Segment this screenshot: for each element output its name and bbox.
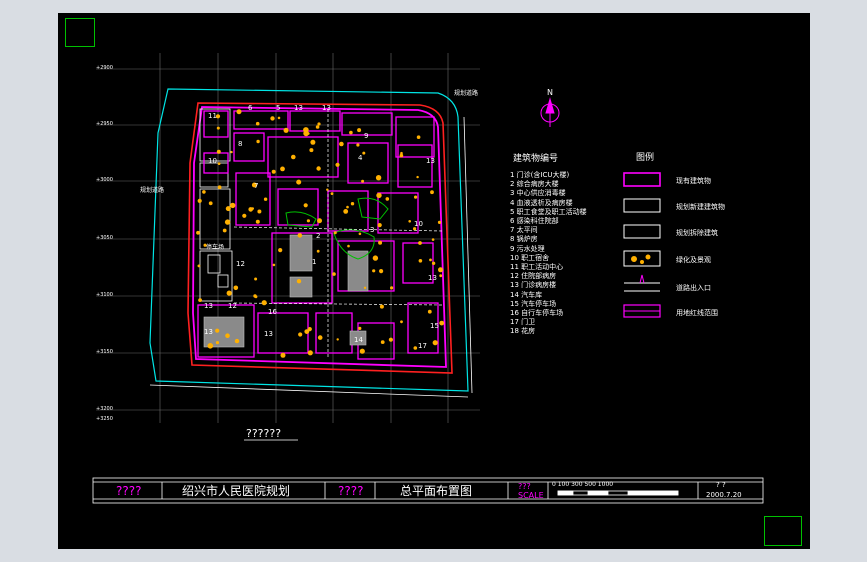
building-number: 17 — [418, 342, 427, 350]
legend-item-label: 规划拆除建筑 — [676, 229, 718, 237]
parking-label: 停车场 — [206, 244, 225, 251]
building-number: 7 — [254, 182, 259, 190]
building-number: 10 — [208, 157, 217, 165]
building-number: 2 — [316, 232, 321, 240]
building-number: 13 — [428, 274, 437, 282]
building-number: 15 — [430, 322, 439, 330]
building-number: 13 — [204, 328, 213, 336]
building-number: 11 — [208, 112, 217, 120]
grid-label: +2950 — [96, 121, 113, 127]
drawing-date: 2000.7.20 — [706, 491, 742, 499]
building-number: 6 — [248, 104, 253, 112]
east-road — [463, 116, 473, 394]
building-number: 12 — [228, 302, 237, 310]
drawing-caption: ?????? — [246, 427, 282, 440]
building-number: 8 — [238, 140, 243, 148]
building-number: 13 — [204, 302, 213, 310]
legend-item-label: 规划新建建筑物 — [676, 203, 725, 211]
building-number: 13 — [426, 157, 435, 165]
building-number: 13 — [294, 104, 303, 112]
building-number: 5 — [276, 104, 281, 112]
building-number: 16 — [268, 308, 277, 316]
existing-buildings-west — [199, 108, 233, 302]
north-arrow — [540, 97, 560, 127]
scale-label: ??? — [518, 482, 531, 491]
right-road-label: 规划道路 — [454, 90, 479, 97]
grid-label: +3250 — [96, 416, 113, 422]
building-list: 1 门诊(含ICU大楼) 2 综合病房大楼 3 中心供应消毒楼 4 血液透析及病房楼 5… — [510, 170, 620, 340]
title-field-2: ???? — [338, 484, 364, 498]
grid-label: +3150 — [96, 349, 113, 355]
legend-item-label: 绿化及景观 — [676, 256, 711, 264]
south-road — [149, 384, 469, 398]
scale-ticks: 0 100 300 500 1000 — [552, 481, 614, 488]
legend-symbols — [623, 172, 661, 318]
legend-item-label: 用地红线范围 — [676, 309, 718, 317]
grid-label: +3200 — [96, 406, 113, 412]
grid-label: +3100 — [96, 292, 113, 298]
building-list-title: 建筑物编号 — [513, 154, 559, 164]
legend-item-label: 道路出入口 — [676, 284, 711, 292]
drawing-name: 总平面布置图 — [400, 484, 473, 498]
grid-label: +3050 — [96, 235, 113, 241]
building-number: 14 — [354, 336, 363, 344]
building-number: 3 — [370, 226, 375, 234]
building-number: 12 — [236, 260, 245, 268]
north-label: N — [547, 88, 553, 97]
cad-model-viewport[interactable]: +2900 +2950 +3000 +3050 +3100 +3150 +3200 +3250… — [58, 13, 810, 549]
building-number: 10 — [414, 220, 423, 228]
building-number: 9 — [364, 132, 369, 140]
building-number: 1 — [312, 258, 317, 266]
building-number: 4 — [358, 154, 363, 162]
grid-label: +2900 — [96, 65, 113, 71]
building-number: 13 — [322, 104, 331, 112]
title-field-1: ???? — [116, 484, 142, 498]
sheet-number: ? ? — [716, 481, 726, 489]
building-list-item: 18 花房 — [510, 327, 536, 336]
scale-bar — [557, 490, 679, 496]
grid-label: +3000 — [96, 177, 113, 183]
project-name: 绍兴市人民医院规划 — [182, 484, 291, 498]
legend-title: 图例 — [636, 153, 655, 163]
left-road-label: 规划道路 — [140, 187, 165, 194]
legend-item-label: 现有建筑物 — [676, 177, 711, 185]
building-number: 13 — [264, 330, 273, 338]
scale-sub-label: SCALE — [518, 491, 544, 500]
